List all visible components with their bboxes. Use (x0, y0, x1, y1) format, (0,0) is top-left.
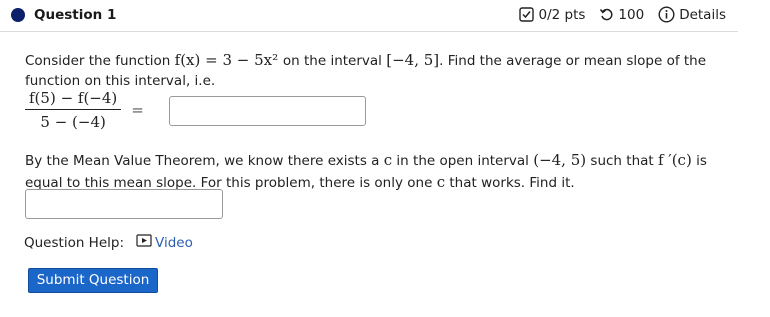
details-link[interactable]: Details (679, 7, 726, 23)
question-help: Question Help: Video (24, 234, 193, 251)
fraction-numerator: f(5) − f(−4) (25, 89, 122, 110)
derivative-expression: f ′(c) (657, 151, 692, 169)
function-expression: f(x) = 3 − 5x² (174, 51, 283, 69)
text-segment: such that (586, 153, 658, 169)
info-icon[interactable] (658, 6, 675, 23)
text-segment: in the open interval (392, 153, 534, 169)
question-status-dot (11, 8, 25, 22)
average-slope-fraction: f(5) − f(−4) 5 − (−4) = (25, 89, 152, 131)
fraction: f(5) − f(−4) 5 − (−4) (25, 89, 122, 131)
retry-icon (599, 7, 614, 22)
question-text-2: By the Mean Value Theorem, we know there… (25, 150, 725, 194)
retries-count: 100 (618, 6, 645, 23)
mean-slope-input[interactable] (169, 96, 366, 126)
text-segment: that works. Find it. (445, 175, 575, 191)
text-segment: By the Mean Value Theorem, we know there… (25, 153, 384, 169)
question-meta: 0/2 pts 100 Details (519, 6, 726, 23)
question-title: Question 1 (34, 7, 117, 23)
c-value-input[interactable] (25, 189, 223, 219)
interval-expression: [−4, 5] (386, 51, 440, 69)
video-link-text[interactable]: Video (155, 235, 193, 251)
question-text-1: Consider the function f(x) = 3 − 5x² on … (25, 50, 715, 91)
video-icon (136, 234, 152, 251)
text-segment: on the interval (282, 53, 387, 69)
variable-c: c (436, 173, 446, 191)
equals-sign: = (131, 101, 144, 119)
variable-c: c (383, 151, 393, 169)
checkbox-icon (519, 7, 535, 22)
fraction-denominator: 5 − (−4) (40, 113, 106, 131)
text-segment: Consider the function (25, 53, 175, 69)
submit-question-button[interactable]: Submit Question (28, 268, 158, 293)
open-interval-expression: (−4, 5) (533, 151, 587, 169)
question-help-label: Question Help: (24, 234, 124, 251)
video-link[interactable]: Video (136, 234, 193, 251)
points-text: 0/2 pts (538, 6, 586, 23)
question-header: Question 1 0/2 pts 100 Details (0, 0, 738, 32)
